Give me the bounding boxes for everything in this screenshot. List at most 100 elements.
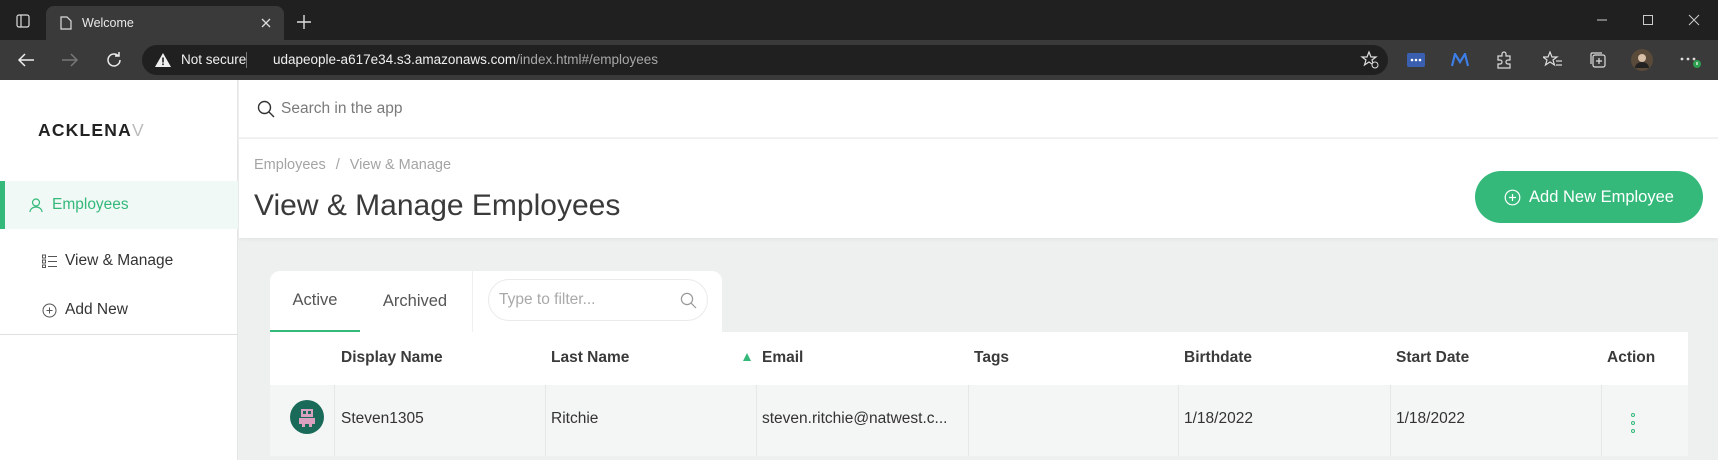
divider xyxy=(756,385,757,456)
divider xyxy=(246,52,247,68)
add-new-employee-button[interactable]: Add New Employee xyxy=(1475,171,1703,223)
sort-ascending-icon[interactable] xyxy=(742,352,752,362)
column-header-last-name[interactable]: Last Name xyxy=(551,349,629,367)
password-manager-icon xyxy=(1407,53,1425,67)
new-tab-icon[interactable] xyxy=(294,12,314,32)
divider xyxy=(1601,385,1602,456)
extension-password-button[interactable] xyxy=(1404,48,1428,72)
page-title: View & Manage Employees xyxy=(254,189,621,222)
extension-m-button[interactable] xyxy=(1448,48,1472,72)
extensions-button[interactable] xyxy=(1492,48,1516,72)
column-header-tags[interactable]: Tags xyxy=(974,349,1009,367)
warning-icon xyxy=(155,53,171,67)
browser-tab-welcome[interactable]: Welcome xyxy=(46,6,284,40)
reload-button[interactable] xyxy=(102,48,126,72)
avatar xyxy=(290,400,324,434)
employee-panel-header: Active Archived xyxy=(270,271,722,332)
divider xyxy=(334,385,335,456)
column-header-start-date[interactable]: Start Date xyxy=(1396,349,1469,367)
sidebar-item-label: Employees xyxy=(52,196,129,213)
table-row[interactable]: Steven1305 Ritchie steven.ritchie@natwes… xyxy=(270,385,1688,456)
profile-button[interactable] xyxy=(1630,48,1654,72)
breadcrumb: Employees / View & Manage xyxy=(254,157,451,173)
breadcrumb-item-view-manage: View & Manage xyxy=(349,157,452,173)
browser-titlebar: Welcome xyxy=(0,0,1718,40)
logo-text: ACKLENA xyxy=(38,120,132,140)
tab-actions-button[interactable] xyxy=(8,8,38,34)
search-icon xyxy=(257,100,275,118)
divider xyxy=(1390,385,1391,456)
window-close-button[interactable] xyxy=(1684,10,1704,30)
user-icon xyxy=(28,197,44,213)
not-secure-label[interactable]: Not secure xyxy=(181,52,246,67)
logo-text-faded: V xyxy=(131,120,145,140)
search-icon xyxy=(680,292,697,309)
forward-arrow-icon xyxy=(62,53,79,67)
url-text[interactable]: udapeople-a617e34.s3.amazonaws.com/index… xyxy=(273,52,658,67)
filter-box xyxy=(488,279,708,321)
settings-more-button[interactable] xyxy=(1678,48,1702,72)
filter-input[interactable] xyxy=(499,290,669,310)
breadcrumb-item-employees[interactable]: Employees xyxy=(254,157,326,173)
favorites-icon xyxy=(1543,51,1562,67)
forward-button[interactable] xyxy=(58,48,82,72)
add-favorite-icon[interactable] xyxy=(1360,50,1380,70)
tab-active[interactable]: Active xyxy=(270,271,360,332)
cell-birthdate: 1/18/2022 xyxy=(1184,410,1253,427)
minimize-button[interactable] xyxy=(1592,10,1612,30)
app-topbar xyxy=(239,80,1718,138)
sidebar-item-employees[interactable]: Employees xyxy=(0,181,238,229)
maximize-icon xyxy=(1643,15,1653,25)
address-bar[interactable]: Not secure udapeople-a617e34.s3.amazonaw… xyxy=(142,45,1388,75)
divider xyxy=(968,385,969,456)
back-button[interactable] xyxy=(14,48,38,72)
sidebar-item-view-manage[interactable]: View & Manage xyxy=(0,237,238,285)
minimize-icon xyxy=(1597,19,1607,21)
more-icon xyxy=(1680,57,1701,68)
column-header-birthdate[interactable]: Birthdate xyxy=(1184,349,1252,367)
m-logo-icon xyxy=(1451,53,1469,67)
browser-toolbar: Not secure udapeople-a617e34.s3.amazonaw… xyxy=(0,40,1718,80)
company-logo[interactable]: ACKLENAV xyxy=(38,120,145,141)
app-search-input[interactable] xyxy=(281,95,1581,123)
divider xyxy=(545,385,546,456)
cell-display-name: Steven1305 xyxy=(341,410,424,427)
back-arrow-icon xyxy=(17,53,34,67)
favorites-button[interactable] xyxy=(1541,48,1565,72)
breadcrumb-separator: / xyxy=(335,157,340,173)
plus-circle-icon xyxy=(1504,189,1521,206)
tab-actions-icon xyxy=(16,14,30,28)
collections-icon xyxy=(1590,52,1606,68)
divider xyxy=(1178,385,1179,456)
row-actions-menu-icon[interactable] xyxy=(1628,413,1638,433)
puzzle-icon xyxy=(1497,51,1511,69)
sidebar: ACKLENAV Employees View & Manage Add New xyxy=(0,80,238,460)
column-header-action: Action xyxy=(1607,349,1656,366)
cell-last-name: Ritchie xyxy=(551,410,599,427)
add-new-employee-label: Add New Employee xyxy=(1529,187,1674,206)
sidebar-item-add-new[interactable]: Add New xyxy=(0,286,238,334)
avatar-robot-icon xyxy=(299,409,315,427)
divider xyxy=(472,271,473,332)
employees-table: Display Name Last Name Email Tags Birthd… xyxy=(270,332,1688,456)
tab-title: Welcome xyxy=(82,16,134,30)
url-path: /index.html#/employees xyxy=(516,52,658,67)
page-header: Employees / View & Manage View & Manage Em… xyxy=(239,139,1718,238)
maximize-button[interactable] xyxy=(1638,10,1658,30)
column-header-email[interactable]: Email xyxy=(762,349,803,367)
divider xyxy=(0,334,238,335)
sidebar-item-label: Add New xyxy=(65,301,128,318)
tab-archived[interactable]: Archived xyxy=(364,271,466,332)
cell-email: steven.ritchie@natwest.c... xyxy=(762,410,948,427)
profile-avatar-icon xyxy=(1631,49,1653,71)
close-icon[interactable] xyxy=(258,15,274,31)
page-icon xyxy=(60,16,72,30)
cell-start-date: 1/18/2022 xyxy=(1396,410,1465,427)
list-icon xyxy=(41,253,57,269)
table-header: Display Name Last Name Email Tags Birthd… xyxy=(270,332,1688,385)
column-header-display-name[interactable]: Display Name xyxy=(341,349,443,367)
url-host: udapeople-a617e34.s3.amazonaws.com xyxy=(273,52,517,67)
plus-circle-icon xyxy=(41,302,57,318)
collections-button[interactable] xyxy=(1586,48,1610,72)
sidebar-item-label: View & Manage xyxy=(65,252,174,269)
